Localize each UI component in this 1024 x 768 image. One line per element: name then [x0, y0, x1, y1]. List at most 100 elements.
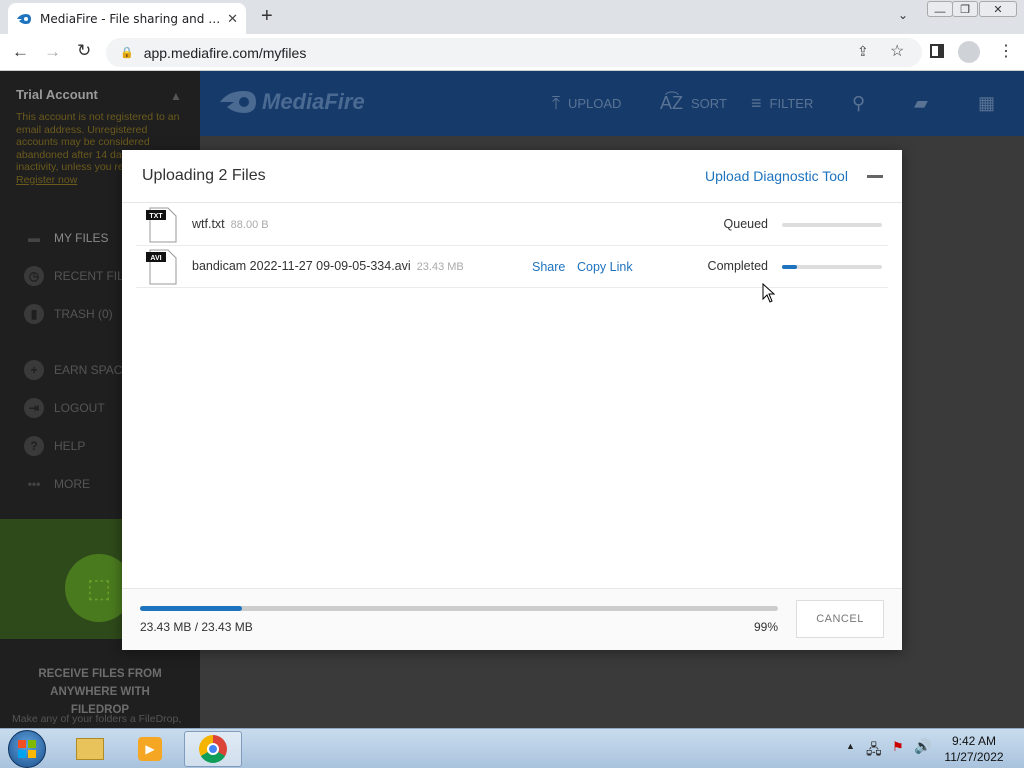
file-status: Completed [707, 259, 768, 273]
new-folder-icon: ▰ [914, 93, 928, 113]
tab-close-icon[interactable]: ✕ [227, 11, 238, 27]
side-panel-icon[interactable] [930, 44, 944, 58]
restore-button[interactable]: ❐ [952, 1, 978, 17]
share-link[interactable]: Share [532, 260, 565, 274]
sidebar-item-earn[interactable]: + EARN SPACE [24, 360, 130, 380]
promo-title: RECEIVE FILES FROM ANYWHERE WITH FILEDRO… [38, 668, 162, 716]
sidebar-item-my[interactable]: ▬ MY FILES [24, 228, 108, 248]
close-window-button[interactable]: ✕ [979, 1, 1017, 17]
file-size: 23.43 MB [416, 261, 464, 273]
windows-logo-icon [18, 740, 36, 758]
new-tab-button[interactable]: + [261, 5, 273, 28]
dialog-header: Uploading 2 Files Upload Diagnostic Tool [122, 150, 902, 203]
sidebar-item-label: HELP [54, 439, 86, 453]
upload-diagnostic-link[interactable]: Upload Diagnostic Tool [705, 168, 848, 184]
show-hidden-icons[interactable]: ▲ [846, 741, 855, 751]
url-text: app.mediafire.com/myfiles [143, 44, 307, 61]
svg-text:TXT: TXT [149, 213, 163, 220]
volume-icon[interactable]: 🔊 [914, 738, 931, 755]
sidebar-item-logout[interactable]: ⇥ LOGOUT [24, 398, 105, 418]
file-size: 88.00 B [230, 219, 269, 231]
cancel-button[interactable]: CANCEL [796, 600, 884, 638]
clock-date: 11/27/2022 [944, 750, 1004, 764]
share-icon[interactable]: ⇪ [857, 43, 869, 60]
sort-button[interactable]: A͡Z SORT [660, 71, 727, 136]
start-button[interactable] [8, 730, 46, 768]
txt-file-icon: TXT [146, 207, 177, 243]
bookmark-star-icon[interactable]: ☆ [890, 41, 904, 61]
clock[interactable]: 9:42 AM 11/27/2022 [938, 733, 1010, 765]
grid-view-button[interactable]: ▦ [978, 71, 1003, 136]
dialog-title: Uploading 2 Files [142, 167, 266, 184]
browser-chrome: MediaFire - File sharing and storage ✕ +… [0, 0, 1024, 71]
profile-avatar[interactable] [958, 41, 980, 63]
reload-icon[interactable]: ↻ [77, 41, 91, 61]
mediafire-favicon-icon [17, 13, 31, 24]
chrome-taskbar-button[interactable] [184, 731, 242, 767]
tab-title: MediaFire - File sharing and storage [40, 11, 221, 26]
lock-icon: 🔒 [120, 47, 134, 59]
file-row: AVI bandicam 2022-11-27 09-09-05-334.avi… [136, 246, 888, 288]
mediafire-logo[interactable]: MediaFire [218, 89, 365, 115]
file-name: bandicam 2022-11-27 09-09-05-334.avi 23.4… [192, 259, 464, 273]
new-folder-button[interactable]: ▰ [914, 71, 936, 136]
browser-toolbar: ← → ↻ 🔒 app.mediafire.com/myfiles ⇪ ☆ ⋮ [0, 34, 1024, 71]
ellipsis-icon: ••• [27, 477, 41, 491]
forward-icon[interactable]: → [44, 42, 61, 62]
upload-icon: ⤒ [552, 93, 560, 113]
minimize-dialog-button[interactable] [867, 175, 883, 178]
plus-circle-icon: + [24, 360, 44, 380]
sidebar-item-trash[interactable]: ▮ TRASH (0) [24, 304, 113, 324]
folder-icon: ▬ [28, 231, 40, 245]
search-icon: ⚲ [852, 93, 866, 113]
upload-dialog: Uploading 2 Files Upload Diagnostic Tool… [122, 150, 902, 650]
file-progress-bar [782, 265, 882, 269]
help-icon: ? [24, 436, 44, 456]
back-icon[interactable]: ← [12, 42, 29, 62]
bell-icon[interactable]: ▲ [170, 89, 182, 103]
sidebar-item-more[interactable]: ••• MORE [24, 474, 90, 494]
grid-icon: ▦ [978, 93, 996, 113]
search-button[interactable]: ⚲ [852, 71, 873, 136]
action-center-icon[interactable]: ⚑ [892, 739, 904, 755]
overall-progress-fill [140, 606, 243, 611]
tab-search-icon[interactable]: ⌄ [898, 8, 908, 22]
avi-file-icon: AVI [146, 249, 177, 285]
sidebar-item-label: LOGOUT [54, 401, 105, 415]
file-progress-fill [782, 265, 797, 269]
media-player-taskbar-button[interactable]: ▶ [122, 731, 178, 767]
app-header: MediaFire ⤒ UPLOAD A͡Z SORT ≡ FILTER ⚲ ▰ ▦ [200, 71, 1024, 136]
minimize-button[interactable]: — [927, 1, 953, 18]
dialog-footer: 23.43 MB / 23.43 MB 99% CANCEL [122, 588, 902, 650]
filter-label: FILTER [769, 96, 814, 111]
sort-label: SORT [691, 96, 727, 111]
file-row: TXT wtf.txt 88.00 B Queued [136, 204, 888, 246]
copy-link-button[interactable]: Copy Link [577, 260, 633, 274]
folder-icon [76, 738, 104, 760]
filter-icon: ≡ [751, 93, 762, 113]
explorer-taskbar-button[interactable] [62, 731, 118, 767]
logo-text: MediaFire [262, 89, 365, 114]
media-player-icon: ▶ [138, 737, 162, 761]
upload-button[interactable]: ⤒ UPLOAD [552, 71, 621, 136]
clock-time: 9:42 AM [951, 734, 997, 748]
address-bar[interactable]: 🔒 app.mediafire.com/myfiles [106, 38, 922, 67]
clock-icon: ◷ [24, 266, 44, 286]
sidebar-item-label: MY FILES [54, 231, 109, 245]
register-link[interactable]: Register now [16, 174, 77, 186]
browser-tab[interactable]: MediaFire - File sharing and storage ✕ [8, 3, 246, 34]
overall-progress-bar [140, 606, 778, 611]
file-status: Queued [723, 217, 768, 231]
network-icon[interactable]: 🖧 [866, 739, 882, 763]
sidebar-item-label: EARN SPACE [54, 363, 131, 377]
file-name-text: bandicam 2022-11-27 09-09-05-334.avi [192, 259, 411, 273]
file-name-text: wtf.txt [192, 217, 225, 231]
menu-kebab-icon[interactable]: ⋮ [998, 41, 1014, 61]
chrome-icon [199, 735, 227, 763]
flame-logo-icon [220, 91, 256, 113]
file-name: wtf.txt 88.00 B [192, 217, 269, 231]
filter-button[interactable]: ≡ FILTER [751, 71, 813, 136]
total-size-text: 23.43 MB / 23.43 MB [140, 620, 253, 634]
sidebar-item-help[interactable]: ? HELP [24, 436, 85, 456]
upload-label: UPLOAD [567, 96, 622, 111]
